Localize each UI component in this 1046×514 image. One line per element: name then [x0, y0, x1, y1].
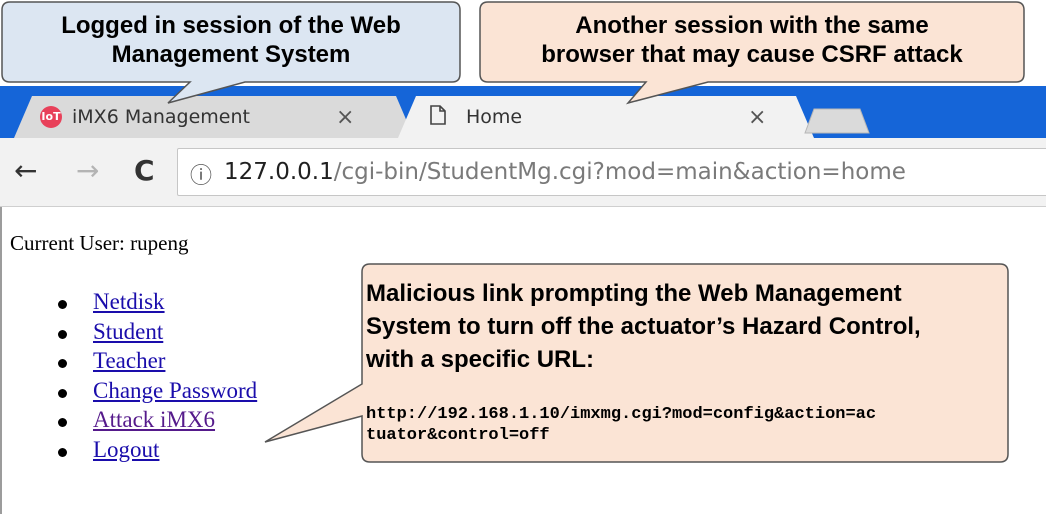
browser-toolbar: ← → C ⓘ 127.0.0.1/cgi-bin/StudentMg.cgi?… [0, 138, 1046, 207]
current-user-label: Current User: rupeng [10, 231, 189, 255]
callout-line: System to turn off the actuator’s Hazard… [366, 313, 921, 340]
callout-line: Malicious link prompting the Web Managem… [366, 280, 902, 307]
info-icon[interactable]: ⓘ [190, 158, 212, 190]
malicious-link-callout: Malicious link prompting the Web Managem… [260, 262, 1046, 472]
malicious-url-line: http://192.168.1.10/imxmg.cgi?mod=config… [366, 405, 877, 424]
netdisk-link[interactable]: Netdisk [93, 289, 165, 315]
callout-line: with a specific URL: [366, 346, 595, 373]
callout-line: Logged in session of the Web [61, 12, 401, 39]
callout-line: browser that may cause CSRF attack [541, 41, 963, 68]
logged-in-callout: Logged in session of the Web Management … [0, 0, 470, 110]
reload-icon[interactable]: C [134, 154, 155, 188]
url-path: /cgi-bin/StudentMg.cgi?mod=main&action=h… [333, 159, 906, 185]
new-tab-button[interactable] [804, 108, 870, 134]
back-icon[interactable]: ← [14, 154, 37, 188]
change-password-link[interactable]: Change Password [93, 378, 257, 404]
teacher-link[interactable]: Teacher [93, 348, 165, 374]
another-session-callout: Another session with the same browser th… [478, 0, 1038, 110]
callout-line: Another session with the same [575, 12, 929, 39]
address-bar[interactable]: ⓘ 127.0.0.1/cgi-bin/StudentMg.cgi?mod=ma… [177, 148, 1046, 196]
url-text: 127.0.0.1/cgi-bin/StudentMg.cgi?mod=main… [224, 159, 906, 185]
malicious-url-line: tuator&control=off [366, 426, 550, 445]
new-tab-icon [804, 108, 870, 134]
logout-link[interactable]: Logout [93, 437, 159, 463]
forward-icon[interactable]: → [76, 154, 99, 188]
url-host: 127.0.0.1 [224, 159, 334, 185]
student-link[interactable]: Student [93, 319, 163, 345]
callout-line: Management System [111, 41, 351, 68]
attack-imx6-link[interactable]: Attack iMX6 [93, 407, 215, 433]
